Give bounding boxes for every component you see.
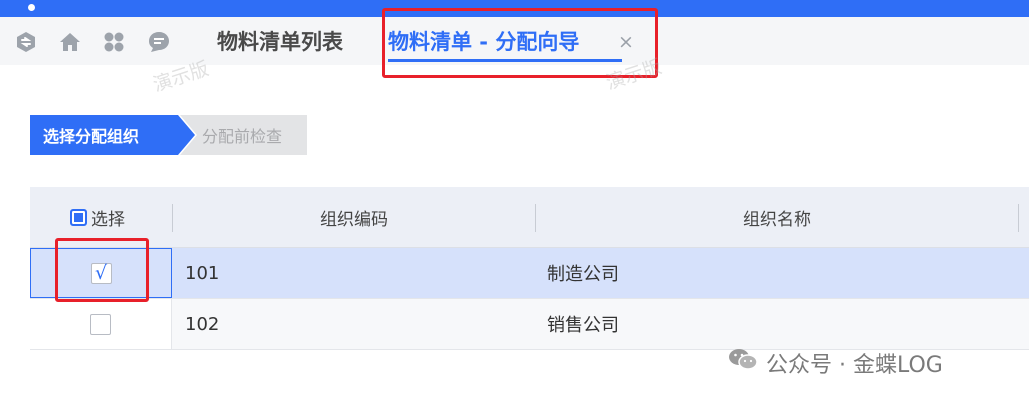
wechat-brand: 公众号 · 金蝶LOG — [728, 347, 943, 379]
close-icon[interactable]: × — [618, 31, 634, 53]
brand-text: 公众号 · 金蝶LOG — [766, 353, 943, 378]
select-all-checkbox[interactable] — [70, 208, 87, 226]
grid-header: 选择 组织编码 组织名称 — [30, 187, 1029, 248]
org-grid: 选择 组织编码 组织名称 √ 101 制造公司 102 销售公司 — [30, 187, 1029, 350]
refresh-icon[interactable] — [13, 29, 39, 55]
apps-icon[interactable] — [101, 29, 127, 55]
name-column-header[interactable]: 组织名称 — [536, 187, 1018, 247]
table-row[interactable]: √ 101 制造公司 — [30, 248, 1029, 299]
tab-label: 物料清单 - 分配向导 — [388, 30, 580, 54]
tab-label: 物料清单列表 — [217, 30, 343, 54]
active-tab-indicator — [388, 59, 622, 62]
org-code-cell: 102 — [185, 313, 220, 335]
table-row[interactable]: 102 销售公司 — [30, 299, 1029, 350]
step-label: 分配前检查 — [202, 127, 283, 146]
step-label: 选择分配组织 — [43, 127, 140, 146]
row-checkbox[interactable] — [90, 313, 111, 335]
wechat-icon — [728, 347, 758, 379]
home-icon[interactable] — [57, 29, 83, 55]
select-column-label: 选择 — [91, 209, 125, 230]
org-name-cell: 销售公司 — [547, 315, 619, 336]
step-select-org[interactable]: 选择分配组织 — [30, 115, 195, 155]
window-dot — [28, 4, 35, 11]
step-pre-check[interactable]: 分配前检查 — [180, 115, 307, 155]
chat-icon[interactable] — [146, 29, 172, 55]
row-check-cell[interactable]: √ — [30, 248, 172, 298]
column-separator — [1018, 204, 1019, 232]
org-name-cell: 制造公司 — [547, 264, 619, 285]
tab-bom-assign-wizard[interactable]: 物料清单 - 分配向导 × — [388, 17, 650, 65]
code-column-label: 组织编码 — [320, 209, 388, 230]
row-checkbox-checked[interactable]: √ — [90, 262, 112, 284]
org-code-cell: 101 — [185, 262, 220, 284]
tab-bom-list[interactable]: 物料清单列表 — [217, 17, 343, 65]
window-top-bar — [0, 0, 1029, 17]
code-column-header[interactable]: 组织编码 — [173, 187, 535, 247]
select-column-header: 选择 — [70, 187, 125, 247]
row-check-cell[interactable] — [30, 299, 172, 349]
header-bar: 物料清单列表 物料清单 - 分配向导 × — [0, 17, 1029, 65]
name-column-label: 组织名称 — [743, 209, 811, 230]
